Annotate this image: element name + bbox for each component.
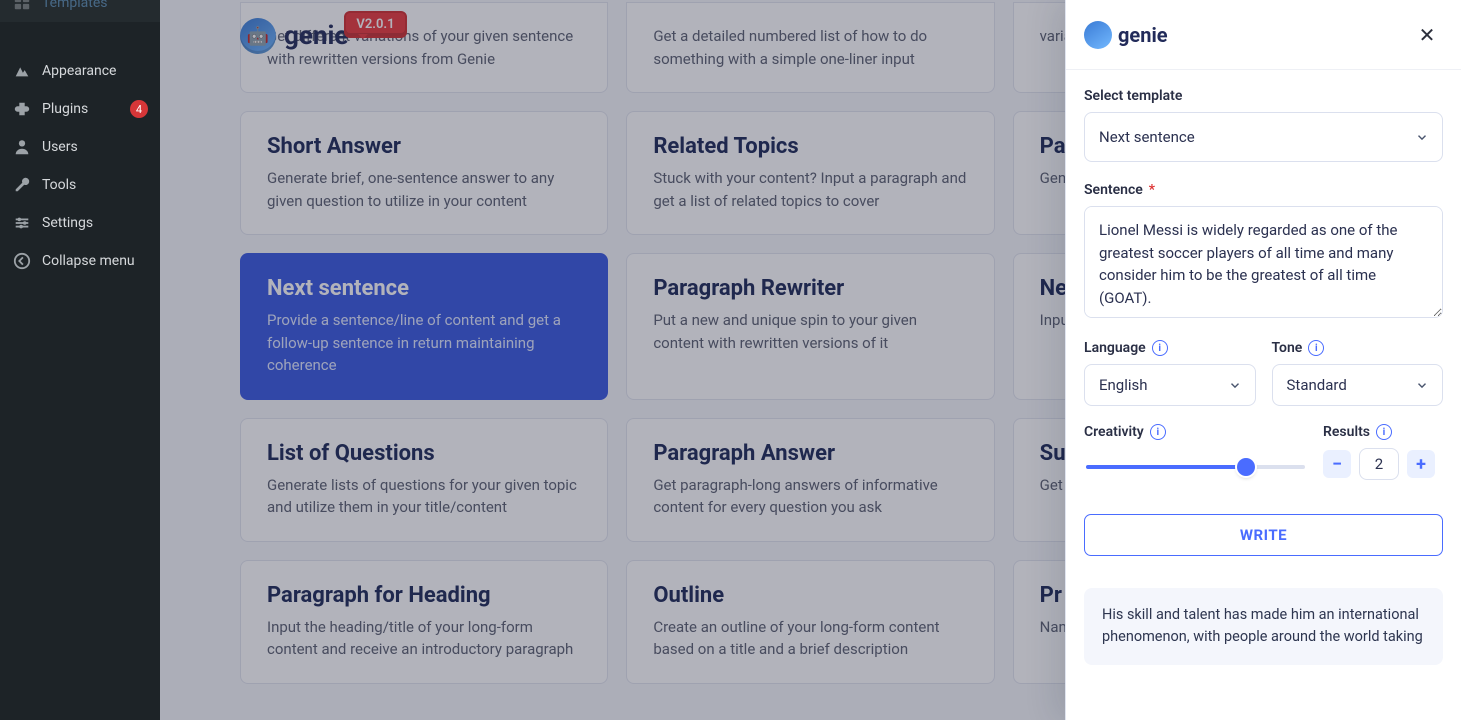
settings-icon (12, 213, 32, 233)
genie-panel: genie ✕ Select template Next sentence Se… (1065, 0, 1461, 720)
panel-body: Select template Next sentence Sentence *… (1066, 70, 1461, 720)
close-button[interactable]: ✕ (1411, 19, 1443, 51)
wp-admin-sidebar: Templates Appearance Plugins 4 Users Too… (0, 0, 160, 720)
results-stepper: − + (1323, 448, 1443, 480)
sentence-label: Sentence * (1084, 182, 1443, 198)
sidebar-item-collapse[interactable]: Collapse menu (0, 242, 160, 280)
tools-icon (12, 175, 32, 195)
info-icon[interactable]: i (1152, 340, 1168, 356)
panel-header: genie ✕ (1066, 0, 1461, 70)
sidebar-item-templates[interactable]: Templates (0, 0, 160, 22)
language-select[interactable]: English (1084, 364, 1256, 406)
sidebar-item-label: Settings (42, 215, 93, 231)
select-template-label: Select template (1084, 88, 1443, 104)
sidebar-item-appearance[interactable]: Appearance (0, 52, 160, 90)
close-icon: ✕ (1419, 23, 1436, 47)
sidebar-item-label: Collapse menu (42, 253, 135, 269)
plugins-icon (12, 99, 32, 119)
sidebar-item-settings[interactable]: Settings (0, 204, 160, 242)
templates-icon (12, 0, 32, 13)
collapse-icon (12, 251, 32, 271)
panel-logo: genie (1084, 21, 1168, 49)
sidebar-item-label: Tools (42, 177, 76, 193)
sidebar-item-tools[interactable]: Tools (0, 166, 160, 204)
sidebar-item-label: Plugins (42, 101, 88, 117)
creativity-slider[interactable] (1086, 465, 1305, 469)
required-indicator: * (1149, 182, 1155, 198)
creativity-label: Creativity i (1084, 424, 1307, 440)
sentence-input[interactable] (1084, 206, 1443, 318)
results-label: Results i (1323, 424, 1443, 440)
sidebar-item-users[interactable]: Users (0, 128, 160, 166)
decrement-button[interactable]: − (1323, 450, 1351, 478)
main-area: Get different variations of your given s… (160, 0, 1461, 720)
language-label: Language i (1084, 340, 1256, 356)
info-icon[interactable]: i (1150, 424, 1166, 440)
sidebar-item-plugins[interactable]: Plugins 4 (0, 90, 160, 128)
info-icon[interactable]: i (1308, 340, 1324, 356)
tone-select[interactable]: Standard (1272, 364, 1444, 406)
info-icon[interactable]: i (1376, 424, 1392, 440)
plugins-badge: 4 (130, 100, 148, 118)
sidebar-item-label: Users (42, 139, 78, 155)
template-select[interactable]: Next sentence (1084, 112, 1443, 162)
sidebar-item-label: Templates (42, 0, 108, 11)
mascot-icon (1084, 21, 1112, 49)
results-input[interactable] (1359, 448, 1399, 480)
increment-button[interactable]: + (1407, 450, 1435, 478)
appearance-icon (12, 61, 32, 81)
sidebar-item-label: Appearance (42, 63, 116, 79)
write-button[interactable]: WRITE (1084, 514, 1443, 556)
result-text: His skill and talent has made him an int… (1084, 588, 1443, 665)
users-icon (12, 137, 32, 157)
brand-name: genie (1118, 23, 1168, 47)
tone-label: Tone i (1272, 340, 1444, 356)
